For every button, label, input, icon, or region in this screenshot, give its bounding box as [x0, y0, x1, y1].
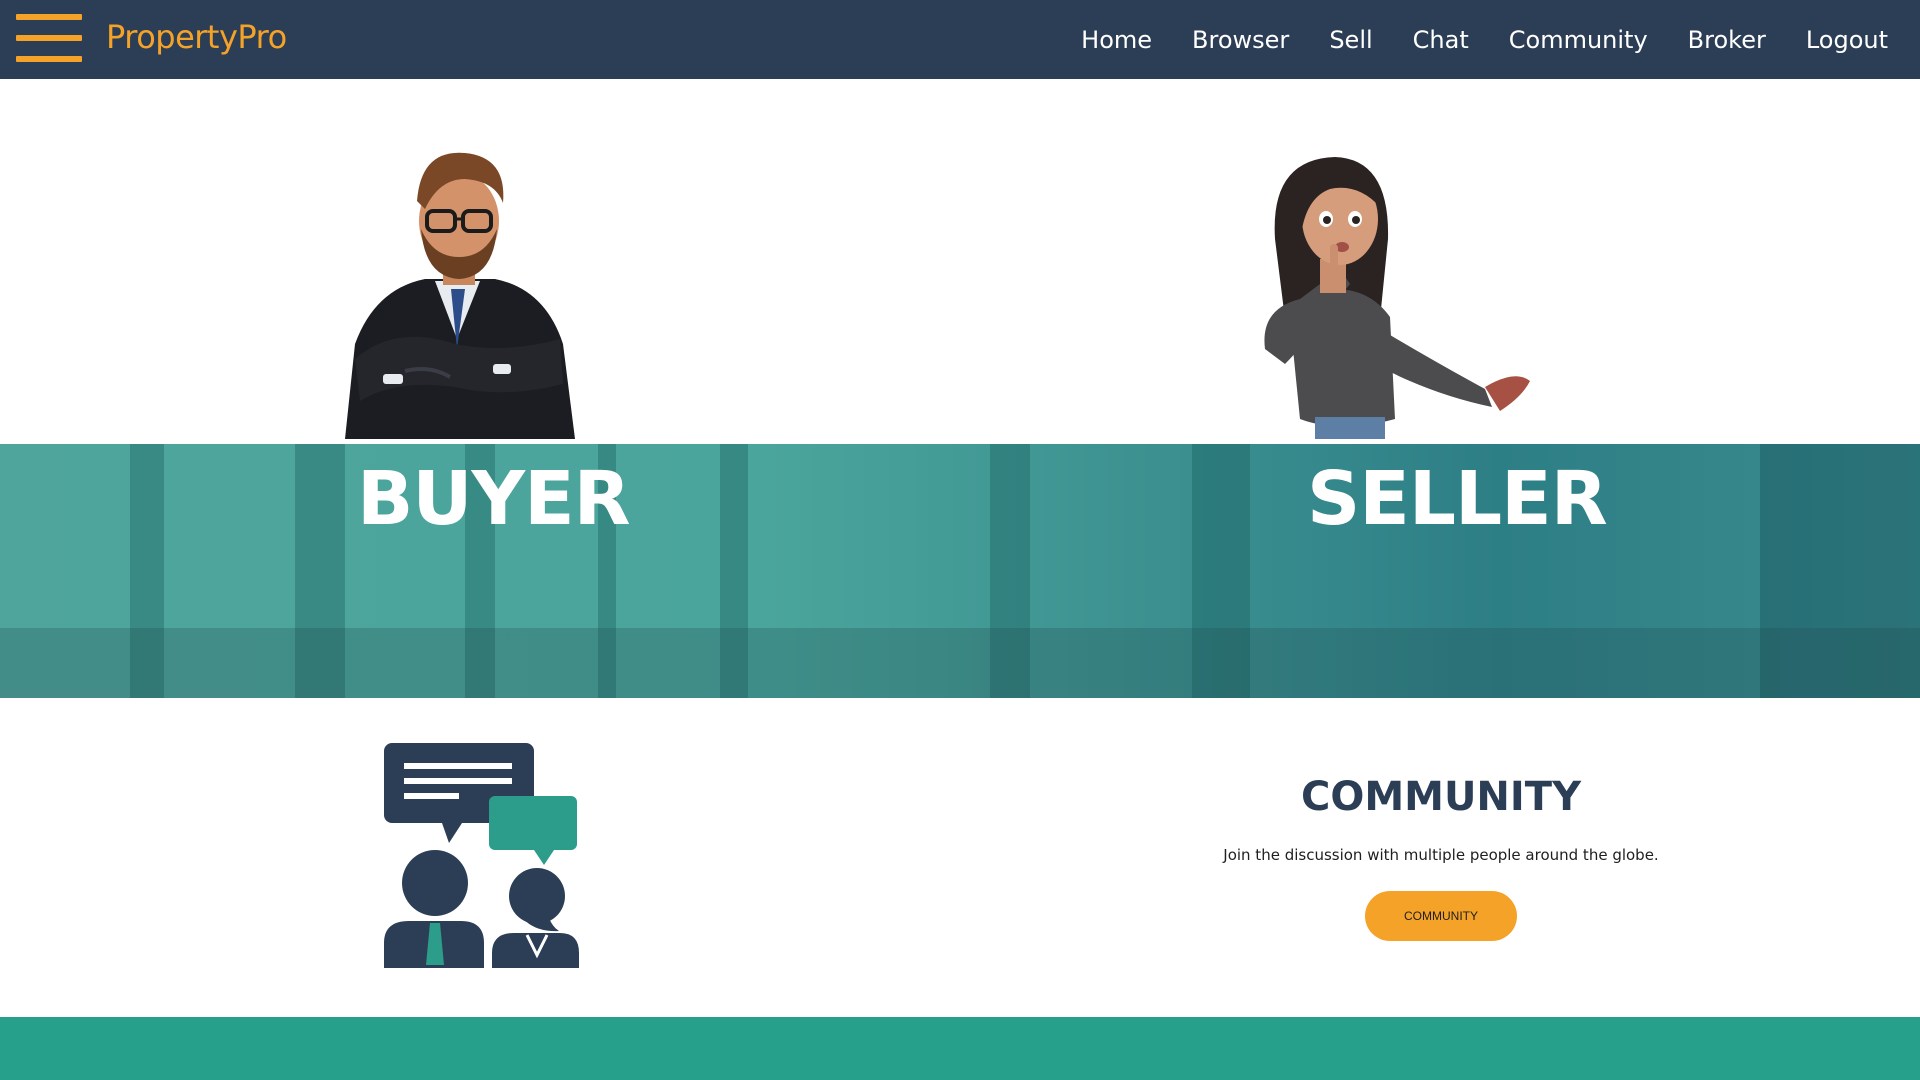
nav-item-home[interactable]: Home [1081, 26, 1152, 54]
nav-links: Home Browser Sell Chat Community Broker … [1041, 0, 1888, 79]
footer [0, 1017, 1920, 1080]
seller-label[interactable]: SELLER [1307, 456, 1608, 542]
menu-icon[interactable] [16, 14, 82, 64]
community-chat-icon [384, 743, 579, 968]
seller-avatar-icon[interactable] [1230, 149, 1560, 439]
top-navbar: PropertyPro Home Browser Sell Chat Commu… [0, 0, 1920, 79]
community-title: COMMUNITY [1300, 774, 1582, 820]
nav-item-browser[interactable]: Browser [1192, 26, 1289, 54]
brand-logo[interactable]: PropertyPro [106, 18, 287, 56]
nav-item-community[interactable]: Community [1509, 26, 1648, 54]
buyer-avatar-icon[interactable] [335, 139, 580, 439]
buyer-label[interactable]: BUYER [357, 456, 631, 542]
role-selection [0, 79, 1920, 444]
nav-item-logout[interactable]: Logout [1806, 26, 1888, 54]
nav-item-sell[interactable]: Sell [1329, 26, 1372, 54]
community-description: Join the discussion with multiple people… [1223, 846, 1659, 864]
hero-banner [0, 444, 1920, 698]
community-button[interactable]: COMMUNITY [1365, 891, 1517, 941]
nav-item-broker[interactable]: Broker [1688, 26, 1766, 54]
nav-item-chat[interactable]: Chat [1413, 26, 1469, 54]
